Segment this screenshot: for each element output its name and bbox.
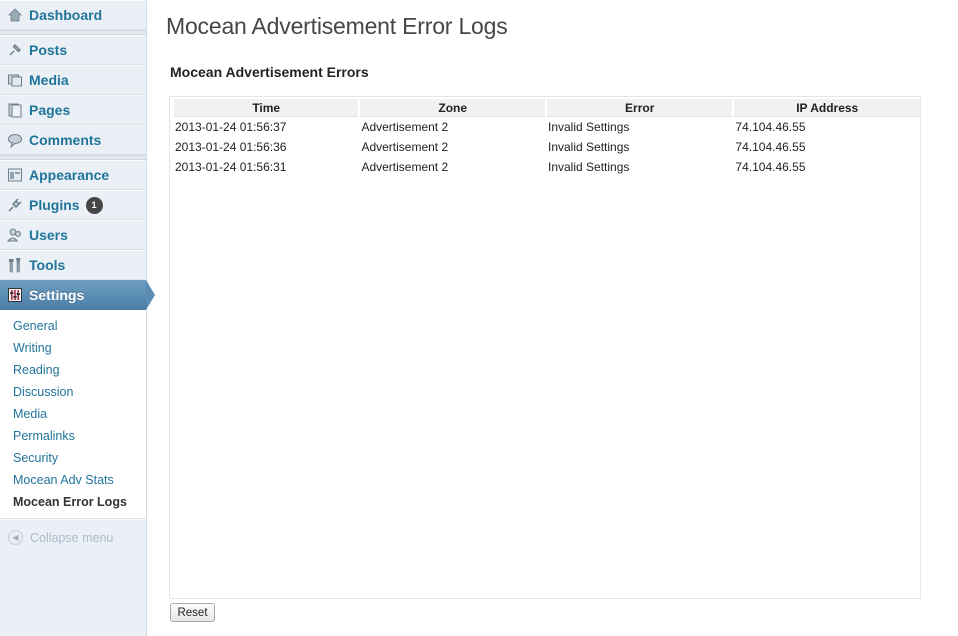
update-count-badge: 1 <box>85 196 103 214</box>
column-header-error: Error <box>547 99 733 117</box>
sidebar-item-label: Settings <box>29 287 85 303</box>
media-icon <box>7 72 23 88</box>
reset-button[interactable]: Reset <box>170 603 215 622</box>
section-title: Mocean Advertisement Errors <box>170 64 369 80</box>
table-row: 2013-01-24 01:56:31 Advertisement 2 Inva… <box>174 157 920 177</box>
collapse-arrow-icon: ◀ <box>8 530 23 545</box>
appearance-icon <box>7 167 23 183</box>
column-header-time: Time <box>174 99 359 117</box>
settings-icon <box>7 287 23 303</box>
sidebar-item-label: Pages <box>29 102 71 118</box>
sidebar-item-plugins[interactable]: Plugins 1 <box>0 190 146 220</box>
users-icon <box>7 227 23 243</box>
sidebar-item-pages[interactable]: Pages <box>0 95 146 125</box>
sidebar-item-comments[interactable]: Comments <box>0 125 146 155</box>
cell-ip-address: 74.104.46.55 <box>735 160 806 174</box>
cell-ip-address: 74.104.46.55 <box>735 140 806 154</box>
settings-submenu: General Writing Reading Discussion Media… <box>0 310 146 519</box>
sidebar-item-label: Plugins <box>29 197 80 213</box>
submenu-item-reading[interactable]: Reading <box>0 359 146 381</box>
error-log-table: Time Zone Error IP Address 2013-01-24 01… <box>172 99 922 177</box>
cell-zone: Advertisement 2 <box>361 120 449 134</box>
cell-time: 2013-01-24 01:56:31 <box>175 160 287 174</box>
collapse-menu-button[interactable]: ◀ Collapse menu <box>0 519 146 555</box>
sidebar-item-label: Tools <box>29 257 66 273</box>
sidebar-item-label: Comments <box>29 132 102 148</box>
sidebar-item-label: Appearance <box>29 167 110 183</box>
table-row: 2013-01-24 01:56:36 Advertisement 2 Inva… <box>174 137 920 157</box>
collapse-menu-label: Collapse menu <box>30 530 114 545</box>
submenu-item-media[interactable]: Media <box>0 403 146 425</box>
pages-icon <box>7 102 23 118</box>
admin-sidebar: Dashboard Posts Media Pages Comments App… <box>0 0 155 636</box>
column-header-zone: Zone <box>360 99 545 117</box>
cell-time: 2013-01-24 01:56:36 <box>175 140 287 154</box>
submenu-item-mocean-error-logs[interactable]: Mocean Error Logs <box>0 491 146 513</box>
submenu-item-permalinks[interactable]: Permalinks <box>0 425 146 447</box>
tools-icon <box>7 257 23 273</box>
cell-ip-address: 74.104.46.55 <box>735 120 806 134</box>
sidebar-item-label: Users <box>29 227 68 243</box>
submenu-item-mocean-adv-stats[interactable]: Mocean Adv Stats <box>0 469 146 491</box>
sidebar-item-users[interactable]: Users <box>0 220 146 250</box>
table-header-row: Time Zone Error IP Address <box>174 99 920 117</box>
cell-time: 2013-01-24 01:56:37 <box>175 120 287 134</box>
submenu-item-security[interactable]: Security <box>0 447 146 469</box>
submenu-item-general[interactable]: General <box>0 315 146 337</box>
main-content: Mocean Advertisement Error Logs Mocean A… <box>147 0 958 636</box>
submenu-item-discussion[interactable]: Discussion <box>0 381 146 403</box>
pushpin-icon <box>7 42 23 58</box>
dashboard-icon <box>7 7 23 23</box>
sidebar-item-label: Posts <box>29 42 68 58</box>
sidebar-item-posts[interactable]: Posts <box>0 35 146 65</box>
sidebar-item-label: Media <box>29 72 69 88</box>
cell-error: Invalid Settings <box>548 120 630 134</box>
plug-icon <box>7 197 23 213</box>
sidebar-item-label: Dashboard <box>29 7 103 23</box>
cell-error: Invalid Settings <box>548 140 630 154</box>
cell-zone: Advertisement 2 <box>361 140 449 154</box>
column-header-ip-address: IP Address <box>734 99 920 117</box>
sidebar-item-tools[interactable]: Tools <box>0 250 146 280</box>
sidebar-item-appearance[interactable]: Appearance <box>0 160 146 190</box>
cell-error: Invalid Settings <box>548 160 630 174</box>
cell-zone: Advertisement 2 <box>361 160 449 174</box>
submenu-item-writing[interactable]: Writing <box>0 337 146 359</box>
page-title: Mocean Advertisement Error Logs <box>166 13 508 39</box>
error-log-panel[interactable]: Time Zone Error IP Address 2013-01-24 01… <box>169 96 921 599</box>
table-row: 2013-01-24 01:56:37 Advertisement 2 Inva… <box>174 117 920 137</box>
comment-icon <box>7 132 23 148</box>
sidebar-item-media[interactable]: Media <box>0 65 146 95</box>
sidebar-item-dashboard[interactable]: Dashboard <box>0 0 146 30</box>
sidebar-item-settings[interactable]: Settings <box>0 280 155 310</box>
